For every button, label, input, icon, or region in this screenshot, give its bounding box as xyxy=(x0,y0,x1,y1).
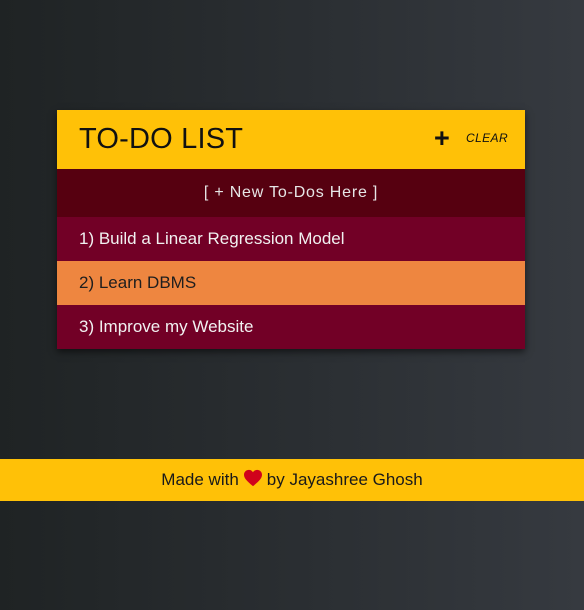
clear-button[interactable]: CLEAR xyxy=(466,131,508,145)
todo-item[interactable]: 3) Improve my Website xyxy=(57,305,525,349)
card-header: TO-DO LIST + CLEAR xyxy=(57,110,525,169)
todo-item-label: 3) Improve my Website xyxy=(79,317,254,336)
heart-icon xyxy=(243,469,263,492)
todo-item[interactable]: 2) Learn DBMS xyxy=(57,261,525,305)
page-title: TO-DO LIST xyxy=(79,123,244,155)
todo-item[interactable]: 1) Build a Linear Regression Model xyxy=(57,217,525,261)
todo-item-label: 1) Build a Linear Regression Model xyxy=(79,229,345,248)
footer-prefix: Made with xyxy=(161,470,239,489)
add-icon[interactable]: + xyxy=(434,125,450,152)
todo-item-label: 2) Learn DBMS xyxy=(79,273,197,292)
footer: Made with by Jayashree Ghosh xyxy=(0,459,584,501)
new-todo-input[interactable]: [ + New To-Dos Here ] xyxy=(57,169,525,217)
todo-card: TO-DO LIST + CLEAR [ + New To-Dos Here ]… xyxy=(57,110,525,349)
footer-suffix: by Jayashree Ghosh xyxy=(266,470,423,489)
